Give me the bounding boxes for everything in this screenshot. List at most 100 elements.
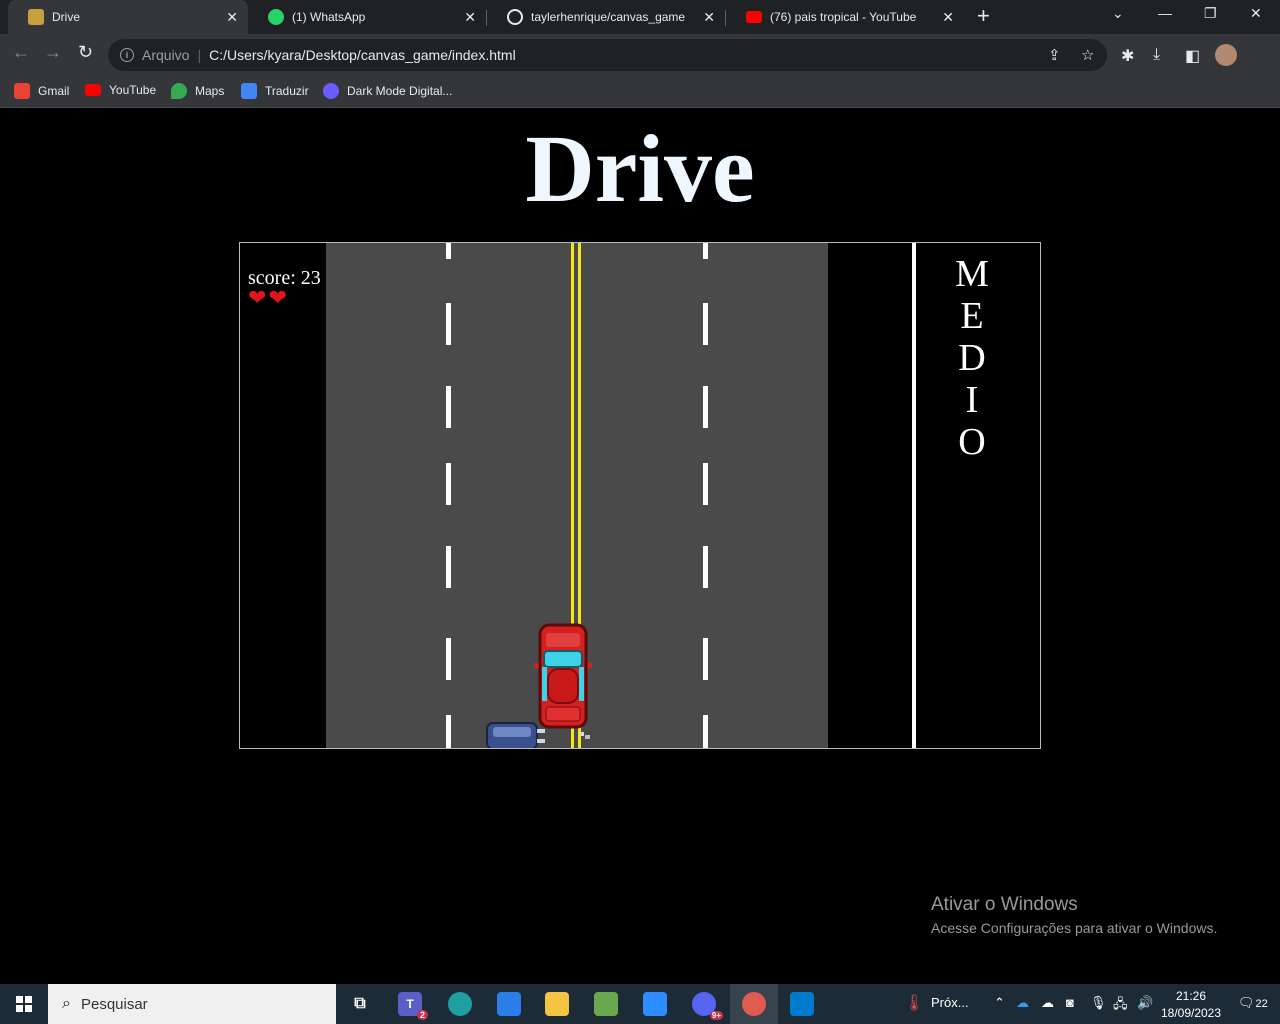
bookmark-maps[interactable]: Maps	[171, 83, 224, 99]
debris-icon	[580, 732, 590, 739]
extensions-icon[interactable]: ✱	[1121, 46, 1134, 66]
tab-title: (1) WhatsApp	[292, 10, 366, 24]
teams-icon[interactable]: T2	[398, 992, 428, 1020]
windows-taskbar: ⌕ Pesquisar ⧉ T2 9+ 🌡 Próx... ⌃ ☁ ☁ ◙ 🎙 …	[0, 984, 1280, 1024]
gmail-icon	[14, 83, 30, 99]
sheets-app-icon[interactable]	[594, 992, 618, 1016]
taskbar-search-box[interactable]: ⌕ Pesquisar	[48, 984, 336, 1024]
lane-dash	[446, 638, 451, 680]
bookmark-label: Maps	[195, 84, 225, 98]
tab-drive[interactable]: Drive ✕	[8, 0, 248, 34]
close-tab-icon[interactable]: ✕	[226, 9, 238, 25]
tab-whatsapp[interactable]: (1) WhatsApp ✕	[248, 0, 486, 34]
browser-toolbar: ← → ↻ i Arquivo | C:/Users/kyara/Desktop…	[0, 34, 1280, 76]
page-viewport: Drive score: 23 ❤ ❤ M E D I O Ativar o W…	[0, 109, 1280, 984]
discord-icon[interactable]: 9+	[692, 992, 723, 1020]
car-favicon-icon	[28, 9, 44, 25]
search-placeholder: Pesquisar	[80, 995, 148, 1013]
onedrive-icon[interactable]: ☁	[1016, 995, 1029, 1011]
scheme-label: Arquivo	[142, 47, 190, 63]
bookmark-dark-mode[interactable]: Dark Mode Digital...	[323, 83, 452, 99]
bookmark-label: Traduzir	[265, 84, 309, 98]
vscode-icon[interactable]	[790, 992, 814, 1016]
windows-activation-watermark: Ativar o Windows Acesse Configurações pa…	[931, 894, 1217, 936]
tab-youtube[interactable]: (76) pais tropical - YouTube ✕	[726, 0, 964, 34]
back-button[interactable]: ←	[12, 42, 30, 63]
zoom-icon[interactable]	[643, 992, 667, 1016]
forward-button[interactable]: →	[44, 42, 62, 63]
heart-icon: ❤	[268, 285, 287, 310]
bookmark-gmail[interactable]: Gmail	[14, 83, 69, 99]
omnibox-divider: |	[197, 47, 202, 63]
lane-dash	[703, 546, 708, 588]
microphone-icon[interactable]: 🎙	[1090, 995, 1107, 1011]
maps-pin-icon	[171, 83, 187, 99]
lane-dash	[446, 386, 451, 428]
notification-count: 22	[1255, 998, 1268, 1010]
player-car-icon	[534, 623, 592, 729]
network-icon[interactable]: 🖧	[1113, 995, 1128, 1017]
lane-dash	[703, 715, 708, 748]
lane-dash	[446, 303, 451, 345]
camera-icon[interactable]: ◙	[1066, 995, 1074, 1010]
address-bar[interactable]: i Arquivo | C:/Users/kyara/Desktop/canva…	[108, 39, 1107, 71]
weather-label[interactable]: Próx...	[931, 995, 969, 1010]
whatsapp-icon	[268, 9, 284, 25]
difficulty-letter: M	[955, 253, 989, 295]
chevron-up-icon[interactable]: ⌃	[994, 995, 1005, 1011]
difficulty-letter: D	[958, 337, 986, 379]
road	[326, 243, 828, 748]
panel-divider-line	[912, 243, 916, 748]
dark-mode-icon	[323, 83, 339, 99]
cloud-icon[interactable]: ☁	[1041, 995, 1054, 1011]
side-panel-icon[interactable]: ◧	[1185, 46, 1200, 66]
bookmark-youtube[interactable]: YouTube	[85, 83, 156, 97]
page-title: Drive	[525, 115, 755, 222]
youtube-icon	[85, 84, 101, 96]
lane-dash	[703, 386, 708, 428]
close-tab-icon[interactable]: ✕	[464, 9, 476, 25]
difficulty-letter: O	[958, 421, 986, 463]
lane-dash	[703, 243, 708, 259]
bookmark-star-icon[interactable]: ☆	[1081, 46, 1094, 64]
reload-button[interactable]: ↻	[78, 42, 93, 63]
lane-dash	[703, 638, 708, 680]
teams-badge: 2	[416, 1010, 428, 1020]
start-button[interactable]	[16, 996, 32, 1012]
url-text[interactable]: C:/Users/kyara/Desktop/canvas_game/index…	[209, 47, 516, 63]
notification-icon[interactable]: 🗨22	[1238, 995, 1268, 1011]
chrome-icon[interactable]	[730, 984, 778, 1024]
task-view-icon[interactable]: ⧉	[348, 992, 372, 1016]
restore-button[interactable]: ❐	[1204, 5, 1217, 22]
youtube-icon	[746, 11, 762, 23]
profile-avatar[interactable]	[1215, 44, 1237, 66]
clock-time: 21:26	[1175, 989, 1207, 1003]
share-icon[interactable]: ⇪	[1048, 46, 1061, 64]
close-tab-icon[interactable]: ✕	[703, 9, 715, 25]
info-icon[interactable]: i	[120, 48, 134, 62]
system-clock[interactable]: 21:26 18/09/2023	[1160, 988, 1222, 1022]
search-icon: ⌕	[62, 995, 71, 1012]
difficulty-letter: E	[960, 295, 984, 337]
lane-dash	[446, 243, 451, 259]
tab-search-icon[interactable]: ⌄	[1112, 5, 1124, 22]
file-explorer-icon[interactable]	[545, 992, 569, 1016]
tab-title: (76) pais tropical - YouTube	[770, 10, 917, 24]
minimize-button[interactable]: —	[1158, 5, 1172, 21]
tab-title: Drive	[52, 10, 81, 24]
volume-icon[interactable]: 🔊	[1137, 995, 1153, 1011]
github-icon	[507, 9, 523, 25]
edge-icon[interactable]	[448, 992, 472, 1016]
download-icon[interactable]: ⤓	[1153, 46, 1160, 64]
bing-icon[interactable]	[497, 992, 521, 1016]
game-canvas[interactable]: score: 23 ❤ ❤ M E D I O	[239, 242, 1041, 749]
new-tab-button[interactable]: +	[977, 5, 990, 27]
watermark-subtitle: Acesse Configurações para ativar o Windo…	[931, 920, 1218, 936]
tab-title: taylerhenrique/canvas_game	[531, 10, 686, 24]
close-window-button[interactable]: ✕	[1250, 5, 1262, 22]
tab-github[interactable]: taylerhenrique/canvas_game ✕	[487, 0, 725, 34]
close-tab-icon[interactable]: ✕	[942, 9, 954, 25]
heart-icon: ❤	[248, 285, 267, 310]
weather-icon[interactable]: 🌡	[904, 993, 924, 1013]
bookmark-traduzir[interactable]: Traduzir	[241, 83, 309, 99]
